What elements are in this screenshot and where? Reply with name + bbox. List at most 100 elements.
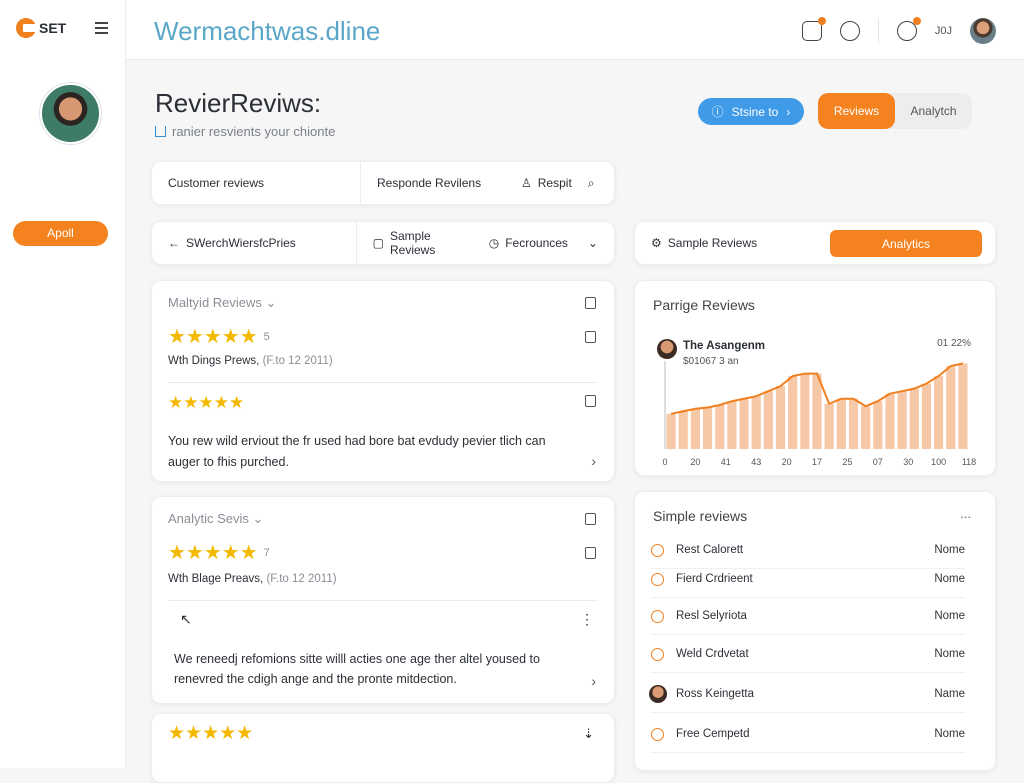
chevron-down-icon: ⌄: [265, 295, 277, 310]
review-body: We reneedj refomions sitte willl acties …: [174, 652, 540, 686]
hamburger-menu-icon[interactable]: [95, 22, 108, 34]
clipboard-icon[interactable]: [585, 297, 596, 309]
chevron-right-icon[interactable]: ›: [591, 673, 596, 689]
more-vertical-icon[interactable]: ⋮: [580, 611, 594, 628]
tab-reviews[interactable]: Reviews: [818, 93, 895, 129]
toolbar-label: Customer reviews: [168, 176, 265, 190]
info-icon: ⓘ: [711, 105, 724, 119]
review-meta: Wth Dings Prews, (F.to 12 2011): [168, 355, 333, 367]
notification-dot: [817, 17, 826, 25]
review-heading[interactable]: Maltyid Reviews ⌄: [168, 295, 276, 311]
divider: [168, 600, 598, 601]
toolbar-label: Respit: [537, 176, 572, 190]
toolbar-item-sample-reviews[interactable]: ▢ Sample Reviews: [357, 221, 483, 265]
x-tick-label: 0: [662, 457, 667, 467]
list-item[interactable]: Fierd Crdrieent Nome: [651, 561, 965, 598]
bar-chart: 0 20 41 43 20 17 25 07 30 100 118: [662, 361, 976, 467]
chart-bar: [788, 376, 798, 449]
page-subtitle: ranier resvients your chionte: [155, 124, 335, 139]
toolbar-item-respit[interactable]: ♙ Respit ⌕: [521, 161, 611, 205]
list-item-name: Free Cempetd: [676, 728, 750, 740]
review-card: Analytic Sevis ⌄ ★★★★★ 7 Wth Blage Preavs…: [151, 496, 615, 704]
brand-logo[interactable]: SET: [16, 18, 66, 38]
list-item-status: Nome: [934, 610, 965, 622]
topbar-icons: J0J: [801, 17, 996, 44]
x-tick-label: 17: [812, 457, 822, 467]
chat-icon[interactable]: [896, 17, 921, 41]
profile-avatar[interactable]: [40, 83, 101, 144]
rating-row: ★★★★★ 7: [168, 543, 270, 563]
review-body: You rew wild erviout the fr used had bor…: [168, 434, 546, 469]
start-button[interactable]: ⓘ Stsine to ›: [698, 98, 804, 125]
x-tick-label: 20: [690, 457, 700, 467]
review-heading[interactable]: Analytic Sevis ⌄: [168, 511, 263, 527]
rating-row: ★★★★★ 5: [168, 327, 270, 347]
chart-bar: [702, 407, 713, 449]
list-item-name: Fierd Crdrieent: [676, 573, 753, 585]
user-avatar[interactable]: [970, 18, 996, 44]
bookmark-icon[interactable]: [585, 395, 596, 407]
heading-text: Analytic Sevis: [168, 511, 249, 526]
chevron-right-icon[interactable]: ›: [591, 453, 596, 469]
back-nav[interactable]: ← SWerchWiersfcPries: [152, 221, 356, 265]
chevron-down-icon[interactable]: ⌄: [588, 236, 598, 250]
x-tick-label: 07: [873, 457, 883, 467]
rating-count: 5: [263, 331, 270, 343]
radio-icon: [651, 543, 664, 557]
chart-bar: [775, 386, 786, 449]
chart-bar: [958, 363, 968, 449]
chart-card: Parrige Reviews The Asangenm $01067 3 an…: [634, 280, 996, 476]
sidebar-action-button[interactable]: Apoll: [13, 221, 108, 246]
pin-icon[interactable]: ⇣: [583, 726, 594, 742]
list-item[interactable]: Resl Selyriota Nome: [651, 598, 965, 635]
review-card: ★★★★★ ⇣: [151, 713, 615, 783]
chart-bar: [763, 391, 773, 449]
toolbar-label: Sample Reviews: [389, 229, 436, 257]
list-item-name: Resl Selyriota: [676, 610, 747, 622]
user-label: J0J: [934, 25, 952, 37]
list-item-status: Nome: [934, 544, 965, 556]
toolbar-analytics: ⚙ Sample Reviews Analytics: [634, 221, 996, 265]
chart-bar: [885, 393, 895, 449]
analytics-button[interactable]: Analytics: [830, 230, 982, 257]
clipboard-icon[interactable]: [801, 17, 826, 41]
clock-icon: ◷: [488, 236, 500, 250]
chevron-right-icon: ›: [786, 104, 791, 119]
radio-icon: [651, 572, 664, 586]
list-item-status: Nome: [934, 728, 965, 740]
reviewer-name: Wth Dings Prews,: [168, 355, 260, 367]
star-rating: ★★★★★: [168, 326, 258, 348]
gear-icon: ⚙: [651, 236, 662, 250]
logo-icon: [16, 18, 36, 38]
list-item-status: Nome: [934, 648, 965, 660]
reviewer-name: Wth Blage Preavs,: [168, 573, 264, 585]
list-item-status: Name: [934, 688, 965, 700]
toolbar-label: Responde Revilens: [377, 176, 482, 190]
search-icon[interactable]: ⌕: [588, 176, 595, 191]
star-rating: ★★★★★: [168, 723, 254, 744]
calendar-icon[interactable]: [585, 331, 596, 343]
x-tick-label: 25: [842, 457, 852, 467]
chart-bar: [727, 401, 737, 449]
toolbar-item-fecrounces[interactable]: ◷ Fecrounces ⌄: [483, 221, 614, 265]
x-tick-label: 100: [931, 457, 946, 467]
logo-text: SET: [39, 20, 67, 36]
radio-icon: [651, 647, 664, 661]
list-item[interactable]: Ross Keingetta Name: [649, 676, 965, 713]
lock-icon[interactable]: [585, 513, 596, 525]
list-item[interactable]: Free Cempetd Nome: [651, 716, 965, 753]
tab-analytics[interactable]: Analytch: [895, 93, 972, 129]
chart-bar: [751, 396, 761, 449]
calendar-icon[interactable]: [585, 547, 596, 559]
toolbar-item-customer-reviews[interactable]: Customer reviews: [152, 161, 360, 205]
chart-bar: [946, 366, 956, 449]
link-icon[interactable]: [839, 21, 860, 41]
simple-reviews-card: Simple reviews ... Rest Calorett Nome Fier…: [634, 491, 996, 771]
more-horizontal-icon[interactable]: ...: [960, 506, 971, 521]
toolbar-item-responde[interactable]: Responde Revilens: [361, 161, 521, 205]
toolbar-label: Sample Reviews: [667, 236, 758, 250]
list-item[interactable]: Weld Crdvetat Nome: [651, 636, 965, 673]
rating-count: 7: [263, 547, 270, 559]
x-tick-label: 118: [962, 457, 976, 467]
x-tick-label: 20: [782, 457, 792, 467]
